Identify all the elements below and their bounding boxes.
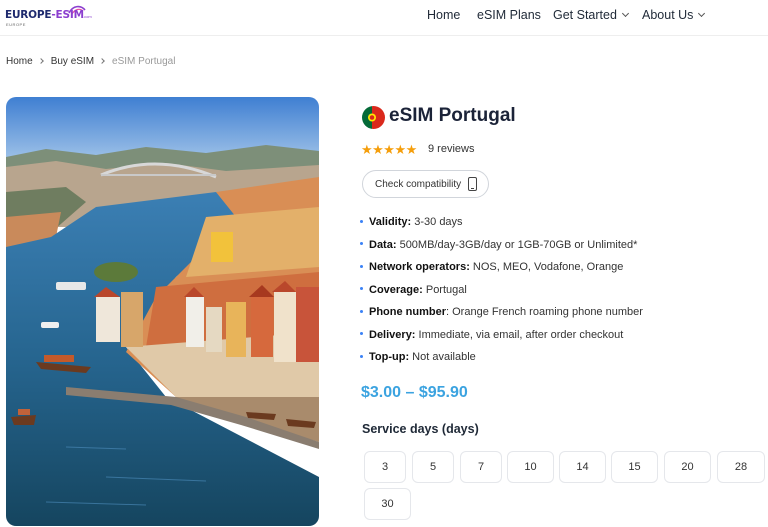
logo-text-main: EUROPE [5, 9, 52, 21]
spec-value: Immediate, via email, after order checko… [415, 328, 624, 341]
logo-text-accent: -ESIM [51, 9, 84, 21]
spec-data: Data: 500MB/day-3GB/day or 1GB-70GB or U… [360, 236, 760, 259]
spec-value: Portugal [422, 283, 467, 296]
chevron-down-icon [698, 9, 706, 18]
nav-about-us[interactable]: About Us [642, 8, 706, 22]
spec-label: Network operators: [369, 261, 470, 273]
spec-value: 3-30 days [411, 216, 463, 228]
logo-subtext: EUROPE [6, 22, 26, 27]
breadcrumb-home[interactable]: Home [6, 56, 33, 67]
service-day-option[interactable]: 30 [364, 488, 411, 520]
check-compatibility-button[interactable]: Check compatibility [362, 170, 489, 198]
spec-value: 500MB/day-3GB/day or 1GB-70GB or Unlimit… [396, 238, 638, 251]
chevron-right-icon [99, 57, 105, 64]
product-image[interactable] [6, 97, 319, 526]
portugal-flag-icon [362, 106, 385, 129]
bullet-icon [360, 287, 363, 291]
bullet-icon [360, 242, 363, 246]
porto-city-illustration [6, 97, 319, 526]
chevron-right-icon [37, 57, 44, 64]
spec-label: Coverage: [369, 283, 423, 296]
nav-get-started[interactable]: Get Started [553, 8, 629, 22]
service-day-option[interactable]: 3 [364, 451, 406, 483]
service-day-option[interactable]: 10 [507, 451, 554, 483]
bullet-icon [360, 332, 363, 336]
nav-home[interactable]: Home [427, 8, 460, 22]
spec-network-operators: Network operators: NOS, MEO, Vodafone, O… [360, 258, 760, 281]
spec-validity: Validity: 3-30 days [360, 213, 760, 236]
bullet-icon [360, 264, 363, 268]
bullet-icon [360, 354, 363, 358]
nav-get-started-label: Get Started [553, 8, 617, 22]
spec-label: Phone number [369, 306, 447, 318]
rating-stars-icon: ★★★★★ [361, 142, 417, 157]
product-title: eSIM Portugal [389, 105, 516, 126]
service-days-title: Service days (days) [362, 422, 479, 436]
nav-esim-plans-label: eSIM Plans [477, 8, 541, 22]
chevron-down-icon [621, 9, 629, 18]
spec-value: NOS, MEO, Vodafone, Orange [469, 261, 624, 273]
service-day-option[interactable]: 20 [664, 451, 711, 483]
service-day-option[interactable]: 14 [559, 451, 606, 483]
spec-phone-number: Phone number: Orange French roaming phon… [360, 303, 760, 326]
spec-value: : Orange French roaming phone number [446, 306, 643, 318]
breadcrumb-current: eSIM Portugal [112, 56, 176, 67]
check-compatibility-label: Check compatibility [375, 179, 462, 190]
spec-label: Validity: [369, 216, 412, 228]
logo-domain: .com [83, 14, 92, 19]
service-day-option[interactable]: 7 [460, 451, 502, 483]
spec-value: Not available [409, 351, 476, 363]
service-day-option[interactable]: 28 [717, 451, 765, 483]
site-header: EUROPE-ESIM .com EUROPE Home eSIM Plans … [0, 0, 768, 36]
spec-delivery: Delivery: Immediate, via email, after or… [360, 326, 760, 349]
spec-top-up: Top-up: Not available [360, 348, 760, 371]
bullet-icon [360, 219, 363, 223]
spec-list: Validity: 3-30 days Data: 500MB/day-3GB/… [360, 213, 760, 371]
nav-esim-plans[interactable]: eSIM Plans [477, 8, 541, 22]
spec-label: Delivery: [369, 328, 416, 341]
bullet-icon [360, 309, 363, 313]
phone-icon [468, 177, 477, 191]
breadcrumb-buy-esim[interactable]: Buy eSIM [51, 56, 94, 67]
service-day-option[interactable]: 15 [611, 451, 658, 483]
service-day-option[interactable]: 5 [412, 451, 454, 483]
breadcrumb: Home Buy eSIM eSIM Portugal [6, 56, 175, 67]
price-range: $3.00 – $95.90 [361, 384, 468, 401]
reviews-link[interactable]: 9 reviews [428, 143, 474, 155]
spec-label: Data: [369, 238, 397, 251]
nav-home-label: Home [427, 8, 461, 22]
spec-coverage: Coverage: Portugal [360, 281, 760, 304]
spec-label: Top-up: [369, 351, 410, 363]
site-logo[interactable]: EUROPE-ESIM .com EUROPE [5, 4, 92, 30]
nav-about-us-label: About Us [642, 8, 694, 22]
